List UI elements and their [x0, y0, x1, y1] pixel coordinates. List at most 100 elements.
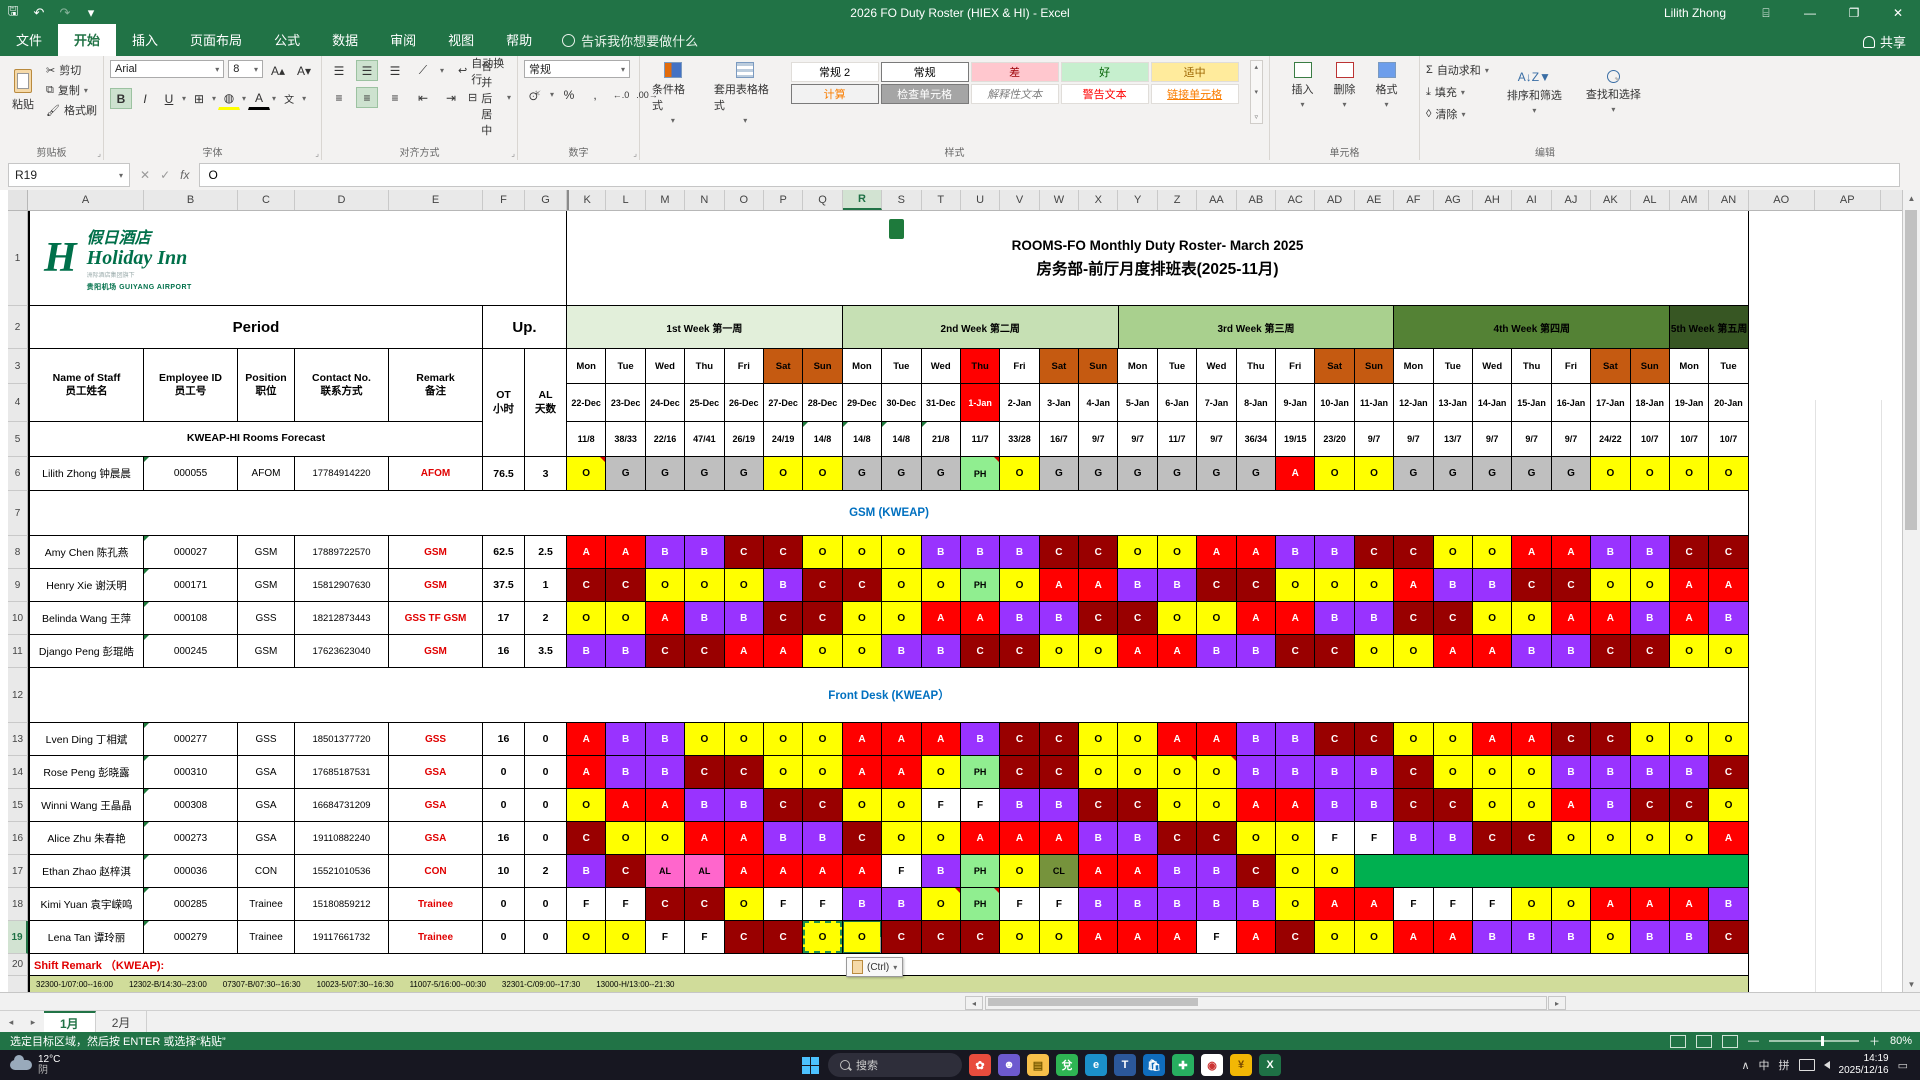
day-name-cell[interactable]: Wed: [922, 349, 961, 384]
shift-cell-A[interactable]: A: [922, 723, 961, 756]
increase-indent-icon[interactable]: ⇥: [440, 87, 462, 108]
forecast-cell[interactable]: 47/41: [685, 422, 724, 457]
merged-leave-block[interactable]: [1355, 855, 1749, 888]
shift-cell-A[interactable]: A: [1158, 723, 1197, 756]
staff-name-cell[interactable]: Django Peng 彭琨皓: [28, 635, 144, 668]
shift-cell-A[interactable]: A: [1709, 822, 1748, 855]
shift-cell-A[interactable]: A: [1315, 888, 1354, 921]
shift-cell-B[interactable]: B: [1118, 569, 1157, 602]
edge-browser-icon[interactable]: e: [1085, 1054, 1107, 1076]
day-name-cell[interactable]: Sat: [1591, 349, 1630, 384]
accounting-format-icon[interactable]: 🜚: [524, 84, 546, 105]
forecast-cell[interactable]: 9/7: [1197, 422, 1236, 457]
shift-cell-B[interactable]: B: [1315, 756, 1354, 789]
shift-cell-B[interactable]: B: [606, 756, 645, 789]
shift-cell-O[interactable]: O: [882, 602, 921, 635]
day-name-cell[interactable]: Sat: [764, 349, 803, 384]
cell-style-检查单元格[interactable]: 检查单元格: [881, 84, 969, 104]
row-header-7[interactable]: 7: [8, 491, 28, 536]
employee-id-cell[interactable]: 000036: [144, 855, 238, 888]
font-name-select[interactable]: Arial▾: [110, 60, 224, 78]
shift-cell-B[interactable]: B: [843, 888, 882, 921]
shift-cell-A[interactable]: A: [961, 822, 1000, 855]
shift-cell-B[interactable]: B: [1237, 888, 1276, 921]
shift-cell-F[interactable]: F: [1473, 888, 1512, 921]
shift-cell-C[interactable]: C: [646, 635, 685, 668]
scroll-right-icon[interactable]: ▸: [1548, 996, 1566, 1010]
forecast-cell[interactable]: 9/7: [1512, 422, 1551, 457]
shift-cell-A[interactable]: A: [1473, 635, 1512, 668]
date-cell[interactable]: 2-Jan: [1000, 384, 1039, 422]
shift-cell-O[interactable]: O: [1315, 569, 1354, 602]
undo-icon[interactable]: ↶: [26, 0, 52, 26]
forecast-cell[interactable]: 24/22: [1591, 422, 1630, 457]
shift-cell-C[interactable]: C: [1552, 569, 1591, 602]
shift-cell-C[interactable]: C: [1118, 602, 1157, 635]
number-format-select[interactable]: 常规▾: [524, 60, 630, 78]
date-cell[interactable]: 31-Dec: [922, 384, 961, 422]
column-header-E[interactable]: E: [389, 190, 483, 210]
day-name-cell[interactable]: Thu: [685, 349, 724, 384]
shift-cell-B[interactable]: B: [1079, 822, 1118, 855]
shift-cell-O[interactable]: O: [1552, 888, 1591, 921]
alignment-dialog-launcher-icon[interactable]: ⌟: [511, 149, 515, 158]
shift-cell-O[interactable]: O: [1158, 756, 1197, 789]
column-header-AB[interactable]: AB: [1237, 190, 1276, 210]
column-header-AF[interactable]: AF: [1394, 190, 1433, 210]
shift-cell-PH[interactable]: PH: [961, 756, 1000, 789]
shift-cell-C[interactable]: C: [843, 569, 882, 602]
close-button[interactable]: ✕: [1876, 0, 1920, 26]
column-header-G[interactable]: G: [525, 190, 567, 210]
finance-app-icon[interactable]: ¥: [1230, 1054, 1252, 1076]
shift-cell-A[interactable]: A: [1000, 822, 1039, 855]
column-header-AJ[interactable]: AJ: [1552, 190, 1591, 210]
cell-style-差[interactable]: 差: [971, 62, 1059, 82]
shift-cell-O[interactable]: O: [803, 756, 842, 789]
shift-cell-G[interactable]: G: [1079, 457, 1118, 491]
shift-cell-B[interactable]: B: [567, 635, 606, 668]
shift-cell-C[interactable]: C: [1512, 822, 1551, 855]
shift-cell-A[interactable]: A: [1237, 602, 1276, 635]
shift-cell-A[interactable]: A: [567, 756, 606, 789]
formula-input[interactable]: O: [199, 163, 1900, 187]
al-cell[interactable]: 0: [525, 789, 567, 822]
shift-cell-A[interactable]: A: [1237, 921, 1276, 954]
date-cell[interactable]: 8-Jan: [1237, 384, 1276, 422]
shift-cell-A[interactable]: A: [1552, 602, 1591, 635]
column-header-Q[interactable]: Q: [803, 190, 842, 210]
paste-button[interactable]: 粘贴: [6, 60, 40, 120]
shift-cell-C[interactable]: C: [1000, 756, 1039, 789]
contact-cell[interactable]: 17784914220: [295, 457, 389, 491]
shift-cell-A[interactable]: A: [1079, 569, 1118, 602]
date-cell[interactable]: 9-Jan: [1276, 384, 1315, 422]
forecast-cell[interactable]: 10/7: [1670, 422, 1709, 457]
ot-cell[interactable]: 16: [483, 635, 525, 668]
shift-cell-F[interactable]: F: [803, 888, 842, 921]
shift-cell-A[interactable]: A: [1197, 723, 1236, 756]
gallery-scroll[interactable]: ▴▾▿: [1250, 60, 1263, 124]
shift-cell-C[interactable]: C: [606, 569, 645, 602]
shift-cell-O[interactable]: O: [1591, 457, 1630, 491]
horizontal-scroll-thumb[interactable]: [988, 998, 1198, 1006]
contact-cell[interactable]: 17889722570: [295, 536, 389, 569]
shift-cell-A[interactable]: A: [1552, 789, 1591, 822]
shift-cell-A[interactable]: A: [803, 855, 842, 888]
shift-cell-O[interactable]: O: [567, 602, 606, 635]
ot-cell[interactable]: 37.5: [483, 569, 525, 602]
shift-cell-B[interactable]: B: [1591, 789, 1630, 822]
copy-button[interactable]: ⧉ 复制 ▾: [46, 80, 97, 100]
shift-cell-B[interactable]: B: [1591, 756, 1630, 789]
contact-cell[interactable]: 17685187531: [295, 756, 389, 789]
row-header-4[interactable]: 4: [8, 384, 28, 422]
shift-cell-C[interactable]: C: [725, 756, 764, 789]
shift-cell-A[interactable]: A: [606, 536, 645, 569]
contact-cell[interactable]: 17623623040: [295, 635, 389, 668]
clock[interactable]: 14:19 2025/12/16: [1839, 1053, 1889, 1077]
shift-cell-B[interactable]: B: [961, 723, 1000, 756]
shift-cell-A[interactable]: A: [1434, 921, 1473, 954]
column-header-AN[interactable]: AN: [1709, 190, 1748, 210]
forecast-cell[interactable]: 9/7: [1394, 422, 1433, 457]
day-name-cell[interactable]: Mon: [1394, 349, 1433, 384]
tab-开始[interactable]: 开始: [58, 24, 116, 56]
position-cell[interactable]: GSA: [238, 822, 295, 855]
